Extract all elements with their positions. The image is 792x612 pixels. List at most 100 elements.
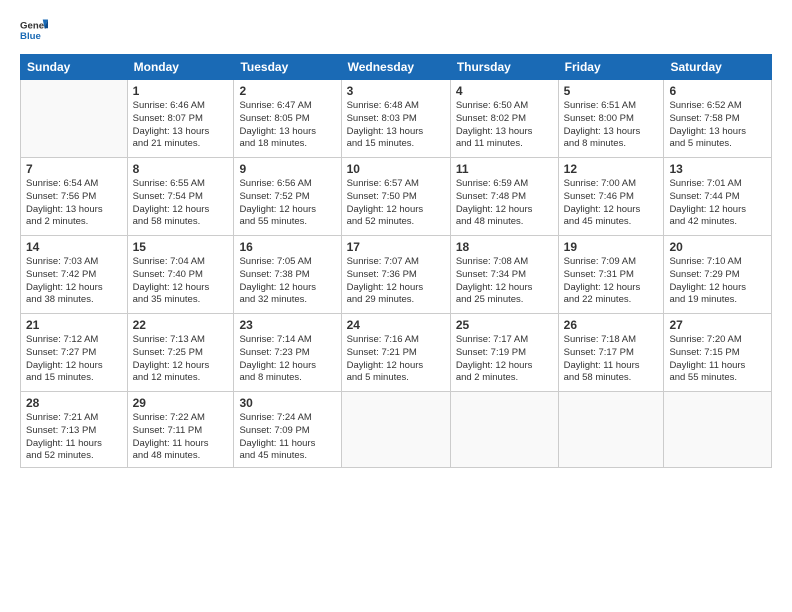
calendar-cell: 13Sunrise: 7:01 AMSunset: 7:44 PMDayligh… <box>664 158 772 236</box>
day-number: 22 <box>133 318 229 332</box>
day-info: Sunrise: 7:03 AMSunset: 7:42 PMDaylight:… <box>26 256 122 307</box>
header: General Blue <box>20 16 772 44</box>
day-number: 12 <box>564 162 659 176</box>
calendar-cell: 8 Sunrise: 6:55 AMSunset: 7:54 PMDaylight… <box>127 158 234 236</box>
day-number: 23 <box>239 318 335 332</box>
day-info: Sunrise: 6:47 AMSunset: 8:05 PMDaylight:… <box>239 100 335 151</box>
day-number: 25 <box>456 318 553 332</box>
day-number: 9 <box>239 162 335 176</box>
day-info: Sunrise: 7:13 AMSunset: 7:25 PMDaylight:… <box>133 334 229 385</box>
day-info: Sunrise: 7:04 AMSunset: 7:40 PMDaylight:… <box>133 256 229 307</box>
calendar-table: SundayMondayTuesdayWednesdayThursdayFrid… <box>20 54 772 468</box>
weekday-header-tuesday: Tuesday <box>234 55 341 80</box>
calendar-cell: 19 Sunrise: 7:09 AMSunset: 7:31 PMDayligh… <box>558 236 664 314</box>
weekday-header-monday: Monday <box>127 55 234 80</box>
calendar-cell: 18 Sunrise: 7:08 AMSunset: 7:34 PMDayligh… <box>450 236 558 314</box>
day-info: Sunrise: 7:20 AMSunset: 7:15 PMDaylight:… <box>669 334 766 385</box>
day-number: 3 <box>347 84 445 98</box>
day-number: 10 <box>347 162 445 176</box>
calendar-cell: 9Sunrise: 6:56 AMSunset: 7:52 PMDaylight… <box>234 158 341 236</box>
day-info: Sunrise: 7:14 AMSunset: 7:23 PMDaylight:… <box>239 334 335 385</box>
weekday-header-sunday: Sunday <box>21 55 128 80</box>
week-row-2: 7 Sunrise: 6:54 AMSunset: 7:56 PMDaylight… <box>21 158 772 236</box>
day-number: 29 <box>133 396 229 410</box>
day-number: 8 <box>133 162 229 176</box>
calendar-cell: 12 Sunrise: 7:00 AMSunset: 7:46 PMDayligh… <box>558 158 664 236</box>
day-number: 21 <box>26 318 122 332</box>
day-info: Sunrise: 7:01 AMSunset: 7:44 PMDaylight:… <box>669 178 766 229</box>
day-info: Sunrise: 7:05 AMSunset: 7:38 PMDaylight:… <box>239 256 335 307</box>
day-info: Sunrise: 6:46 AMSunset: 8:07 PMDaylight:… <box>133 100 229 151</box>
day-number: 15 <box>133 240 229 254</box>
logo-icon: General Blue <box>20 16 48 44</box>
calendar-cell: 17 Sunrise: 7:07 AMSunset: 7:36 PMDayligh… <box>341 236 450 314</box>
day-info: Sunrise: 7:16 AMSunset: 7:21 PMDaylight:… <box>347 334 445 385</box>
day-number: 19 <box>564 240 659 254</box>
day-info: Sunrise: 6:54 AMSunset: 7:56 PMDaylight:… <box>26 178 122 229</box>
day-number: 24 <box>347 318 445 332</box>
day-number: 27 <box>669 318 766 332</box>
calendar-cell: 20Sunrise: 7:10 AMSunset: 7:29 PMDayligh… <box>664 236 772 314</box>
calendar-cell <box>341 392 450 468</box>
day-number: 26 <box>564 318 659 332</box>
day-info: Sunrise: 6:52 AMSunset: 7:58 PMDaylight:… <box>669 100 766 151</box>
calendar-cell: 14Sunrise: 7:03 AMSunset: 7:42 PMDayligh… <box>21 236 128 314</box>
day-number: 2 <box>239 84 335 98</box>
day-number: 4 <box>456 84 553 98</box>
calendar-cell: 22 Sunrise: 7:13 AMSunset: 7:25 PMDayligh… <box>127 314 234 392</box>
day-info: Sunrise: 7:09 AMSunset: 7:31 PMDaylight:… <box>564 256 659 307</box>
weekday-header-saturday: Saturday <box>664 55 772 80</box>
week-row-5: 28 Sunrise: 7:21 AMSunset: 7:13 PMDayligh… <box>21 392 772 468</box>
calendar-cell <box>664 392 772 468</box>
weekday-header-friday: Friday <box>558 55 664 80</box>
calendar-cell: 10 Sunrise: 6:57 AMSunset: 7:50 PMDayligh… <box>341 158 450 236</box>
calendar-cell: 21 Sunrise: 7:12 AMSunset: 7:27 PMDayligh… <box>21 314 128 392</box>
calendar-cell: 4 Sunrise: 6:50 AMSunset: 8:02 PMDaylight… <box>450 80 558 158</box>
calendar-cell <box>21 80 128 158</box>
day-info: Sunrise: 6:57 AMSunset: 7:50 PMDaylight:… <box>347 178 445 229</box>
day-info: Sunrise: 7:12 AMSunset: 7:27 PMDaylight:… <box>26 334 122 385</box>
day-info: Sunrise: 7:17 AMSunset: 7:19 PMDaylight:… <box>456 334 553 385</box>
calendar-cell <box>450 392 558 468</box>
calendar-cell: 16 Sunrise: 7:05 AMSunset: 7:38 PMDayligh… <box>234 236 341 314</box>
calendar-cell: 27 Sunrise: 7:20 AMSunset: 7:15 PMDayligh… <box>664 314 772 392</box>
week-row-1: 1 Sunrise: 6:46 AMSunset: 8:07 PMDaylight… <box>21 80 772 158</box>
calendar-cell: 3Sunrise: 6:48 AMSunset: 8:03 PMDaylight… <box>341 80 450 158</box>
calendar-cell: 29Sunrise: 7:22 AMSunset: 7:11 PMDayligh… <box>127 392 234 468</box>
calendar-cell: 5 Sunrise: 6:51 AMSunset: 8:00 PMDaylight… <box>558 80 664 158</box>
day-number: 17 <box>347 240 445 254</box>
week-row-4: 21 Sunrise: 7:12 AMSunset: 7:27 PMDayligh… <box>21 314 772 392</box>
day-number: 20 <box>669 240 766 254</box>
calendar-cell <box>558 392 664 468</box>
day-number: 16 <box>239 240 335 254</box>
calendar-cell: 23 Sunrise: 7:14 AMSunset: 7:23 PMDayligh… <box>234 314 341 392</box>
day-info: Sunrise: 7:18 AMSunset: 7:17 PMDaylight:… <box>564 334 659 385</box>
weekday-header-wednesday: Wednesday <box>341 55 450 80</box>
day-number: 7 <box>26 162 122 176</box>
calendar-cell: 7 Sunrise: 6:54 AMSunset: 7:56 PMDaylight… <box>21 158 128 236</box>
day-info: Sunrise: 7:00 AMSunset: 7:46 PMDaylight:… <box>564 178 659 229</box>
day-info: Sunrise: 7:21 AMSunset: 7:13 PMDaylight:… <box>26 412 122 463</box>
calendar-cell: 28 Sunrise: 7:21 AMSunset: 7:13 PMDayligh… <box>21 392 128 468</box>
day-info: Sunrise: 7:24 AMSunset: 7:09 PMDaylight:… <box>239 412 335 463</box>
day-number: 18 <box>456 240 553 254</box>
day-info: Sunrise: 6:50 AMSunset: 8:02 PMDaylight:… <box>456 100 553 151</box>
day-info: Sunrise: 6:51 AMSunset: 8:00 PMDaylight:… <box>564 100 659 151</box>
svg-text:Blue: Blue <box>20 31 41 42</box>
day-info: Sunrise: 7:07 AMSunset: 7:36 PMDaylight:… <box>347 256 445 307</box>
day-info: Sunrise: 7:08 AMSunset: 7:34 PMDaylight:… <box>456 256 553 307</box>
day-number: 6 <box>669 84 766 98</box>
calendar-page: General Blue SundayMondayTuesdayWednesda… <box>0 0 792 612</box>
day-number: 28 <box>26 396 122 410</box>
day-number: 5 <box>564 84 659 98</box>
day-number: 11 <box>456 162 553 176</box>
day-info: Sunrise: 6:55 AMSunset: 7:54 PMDaylight:… <box>133 178 229 229</box>
weekday-header-thursday: Thursday <box>450 55 558 80</box>
calendar-cell: 26 Sunrise: 7:18 AMSunset: 7:17 PMDayligh… <box>558 314 664 392</box>
day-number: 1 <box>133 84 229 98</box>
calendar-cell: 24 Sunrise: 7:16 AMSunset: 7:21 PMDayligh… <box>341 314 450 392</box>
day-number: 30 <box>239 396 335 410</box>
calendar-cell: 15 Sunrise: 7:04 AMSunset: 7:40 PMDayligh… <box>127 236 234 314</box>
calendar-cell: 30 Sunrise: 7:24 AMSunset: 7:09 PMDayligh… <box>234 392 341 468</box>
calendar-cell: 1 Sunrise: 6:46 AMSunset: 8:07 PMDaylight… <box>127 80 234 158</box>
